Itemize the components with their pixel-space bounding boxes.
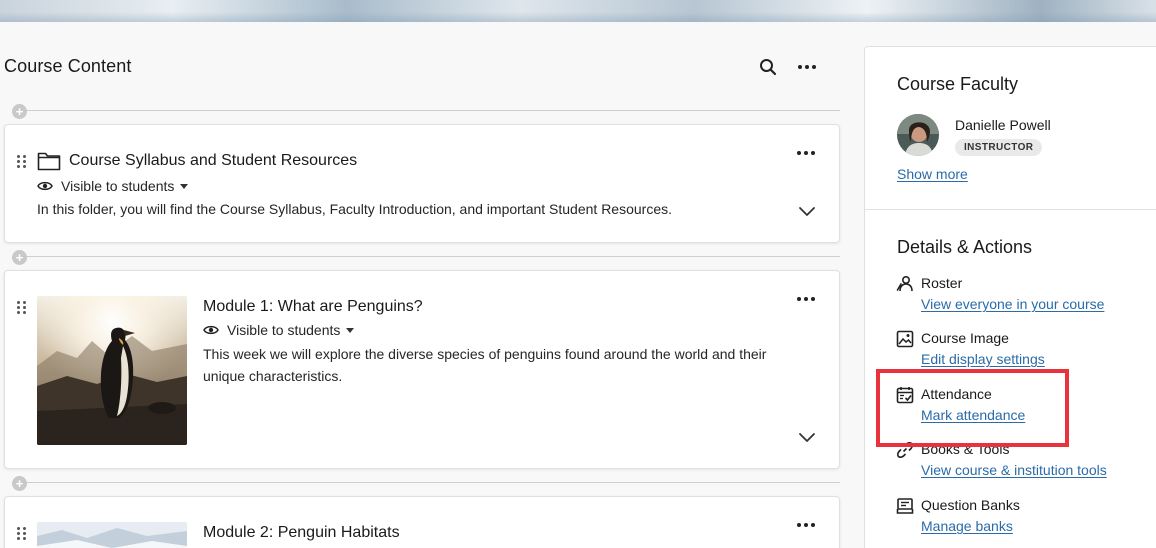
chevron-down-icon[interactable] xyxy=(797,204,817,218)
roster-link[interactable]: View everyone in your course xyxy=(921,296,1104,312)
attendance-link[interactable]: Mark attendance xyxy=(921,407,1025,423)
item-description: This week we will explore the diverse sp… xyxy=(203,346,767,384)
caret-down-icon xyxy=(180,183,189,189)
show-more-link[interactable]: Show more xyxy=(897,166,968,182)
module-thumbnail-image[interactable] xyxy=(37,296,187,445)
content-item-module-1[interactable]: Module 1: What are Penguins? Visible to … xyxy=(4,270,840,469)
avatar[interactable] xyxy=(897,114,939,156)
item-more-icon[interactable] xyxy=(795,145,817,161)
content-divider: + xyxy=(12,104,840,119)
add-content-button[interactable]: + xyxy=(12,104,27,119)
course-faculty-heading: Course Faculty xyxy=(897,74,1019,94)
course-content-title: Course Content xyxy=(4,56,132,76)
link-icon xyxy=(896,441,914,459)
add-content-button[interactable]: + xyxy=(12,250,27,265)
folder-icon xyxy=(37,151,61,171)
roster-label: Roster xyxy=(921,275,963,291)
visibility-label: Visible to students xyxy=(61,178,175,194)
item-title[interactable]: Module 1: What are Penguins? xyxy=(203,298,423,316)
books-tools-label: Books & Tools xyxy=(921,441,1010,457)
books-tools-link[interactable]: View course & institution tools xyxy=(921,462,1107,478)
question-banks-link[interactable]: Manage banks xyxy=(921,518,1013,534)
attendance-icon xyxy=(896,386,914,404)
search-icon[interactable] xyxy=(757,56,779,78)
more-options-icon[interactable] xyxy=(796,56,818,78)
course-image-label: Course Image xyxy=(921,330,1009,346)
drag-handle-icon[interactable] xyxy=(17,527,27,543)
attendance-label: Attendance xyxy=(921,386,992,402)
content-item-module-2[interactable]: Module 2: Penguin Habitats xyxy=(4,496,840,548)
chevron-down-icon[interactable] xyxy=(797,430,817,444)
content-divider: + xyxy=(12,476,840,491)
item-description: In this folder, you will find the Course… xyxy=(37,201,672,217)
drag-handle-icon[interactable] xyxy=(17,301,27,317)
details-actions-heading: Details & Actions xyxy=(897,237,1033,257)
item-more-icon[interactable] xyxy=(795,291,817,307)
image-icon xyxy=(896,330,914,348)
visibility-dropdown[interactable]: Visible to students xyxy=(37,178,189,194)
question-banks-label: Question Banks xyxy=(921,497,1020,513)
item-title[interactable]: Module 2: Penguin Habitats xyxy=(203,524,400,542)
item-title[interactable]: Course Syllabus and Student Resources xyxy=(69,152,357,170)
visibility-dropdown[interactable]: Visible to students xyxy=(203,322,355,338)
course-image-link[interactable]: Edit display settings xyxy=(921,351,1045,367)
eye-icon xyxy=(37,181,53,191)
roster-icon xyxy=(896,275,914,293)
panel-divider xyxy=(864,209,1156,210)
visibility-label: Visible to students xyxy=(227,322,341,338)
content-divider: + xyxy=(12,250,840,265)
item-more-icon[interactable] xyxy=(795,517,817,533)
faculty-name[interactable]: Danielle Powell xyxy=(955,117,1051,133)
caret-down-icon xyxy=(346,327,355,333)
drag-handle-icon[interactable] xyxy=(17,155,27,171)
course-banner xyxy=(0,0,1156,22)
role-badge: INSTRUCTOR xyxy=(955,139,1043,156)
eye-icon xyxy=(203,325,219,335)
question-bank-icon xyxy=(896,497,914,515)
add-content-button[interactable]: + xyxy=(12,476,27,491)
content-item-syllabus[interactable]: Course Syllabus and Student Resources Vi… xyxy=(4,124,840,243)
module-thumbnail-image[interactable] xyxy=(37,522,187,548)
